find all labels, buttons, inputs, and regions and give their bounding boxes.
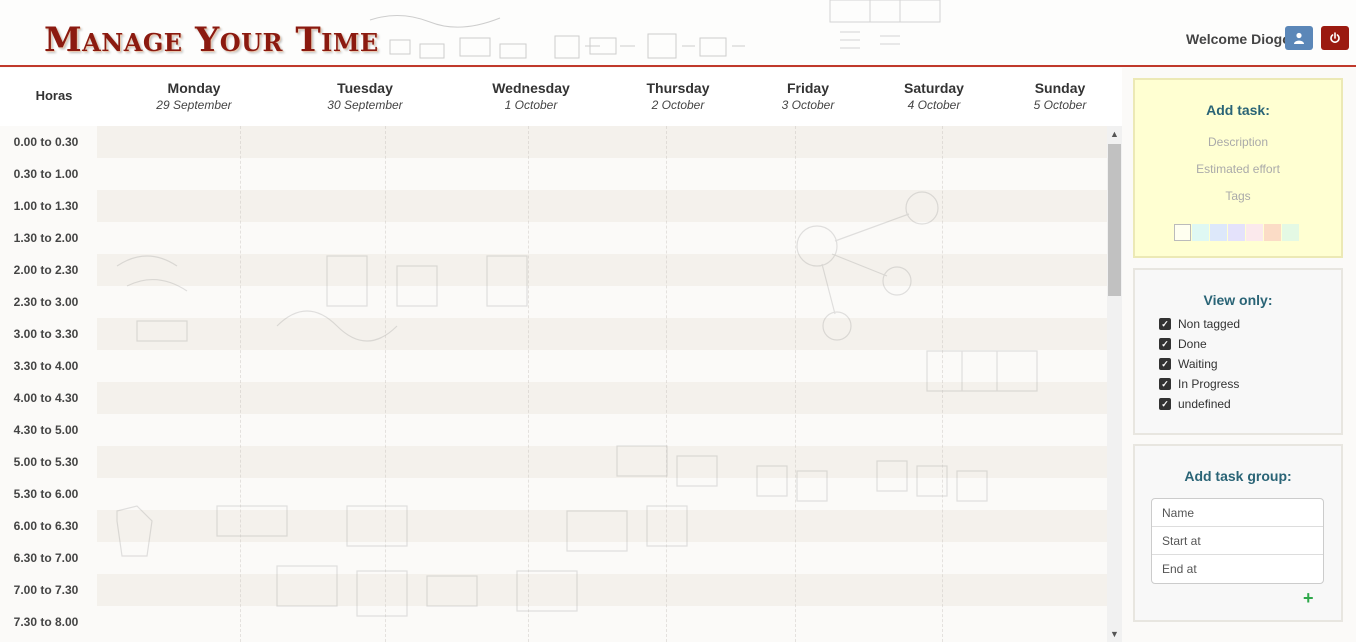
add-group-plus-icon[interactable]: + (1303, 589, 1314, 607)
day-name: Tuesday (337, 80, 393, 96)
view-only-panel: View only: ✓ Non tagged ✓ Done ✓ Waiting ✓ I… (1133, 268, 1343, 435)
day-date: 5 October (1033, 98, 1087, 112)
hour-label: 2.00 to 2.30 (13, 263, 79, 277)
filter-label: undefined (1178, 397, 1231, 411)
calendar-grid[interactable]: 0.00 to 0.30 0.30 to 1.00 1.00 to 1.30 1… (0, 126, 1107, 642)
header: Manage Your Time Welcome Diogo (0, 0, 1356, 67)
add-task-panel: Add task: Description Estimated effort T… (1133, 78, 1343, 258)
filter-undefined[interactable]: ✓ undefined (1159, 394, 1240, 414)
checkbox-checked-icon[interactable]: ✓ (1159, 318, 1171, 330)
group-end-input[interactable] (1152, 555, 1323, 583)
hour-label: 0.00 to 0.30 (13, 135, 79, 149)
filter-label: Done (1178, 337, 1207, 351)
task-effort-field[interactable]: Estimated effort (1135, 156, 1341, 183)
hour-label: 3.30 to 4.00 (13, 359, 79, 373)
group-start-input[interactable] (1152, 527, 1323, 555)
filter-in-progress[interactable]: ✓ In Progress (1159, 374, 1240, 394)
color-swatch[interactable] (1192, 224, 1209, 241)
task-tags-field[interactable]: Tags (1135, 183, 1341, 210)
task-group-form (1151, 498, 1324, 584)
calendar-scrollbar[interactable]: ▲ ▼ (1107, 126, 1122, 642)
day-header-saturday: Saturday 4 October (896, 80, 972, 112)
hour-label: 6.30 to 7.00 (13, 551, 79, 565)
day-header-monday: Monday 29 September (146, 80, 242, 112)
welcome-text: Welcome Diogo (1186, 31, 1291, 47)
logout-button[interactable] (1321, 26, 1349, 50)
day-date: 30 September (327, 98, 403, 112)
color-swatch[interactable] (1246, 224, 1263, 241)
day-header-sunday: Sunday 5 October (1024, 80, 1096, 112)
color-swatch[interactable] (1210, 224, 1227, 241)
hour-label: 7.30 to 8.00 (13, 615, 79, 629)
hour-label: 5.30 to 6.00 (13, 487, 79, 501)
day-header-tuesday: Tuesday 30 September (316, 80, 414, 112)
day-date: 1 October (504, 98, 558, 112)
color-swatch[interactable] (1174, 224, 1191, 241)
hour-label: 4.30 to 5.00 (13, 423, 79, 437)
power-icon (1330, 32, 1340, 43)
filter-done[interactable]: ✓ Done (1159, 334, 1240, 354)
day-date: 2 October (651, 98, 705, 112)
day-header-thursday: Thursday 2 October (638, 80, 718, 112)
hours-column-header: Horas (35, 88, 73, 103)
view-only-title: View only: (1203, 292, 1273, 308)
filter-label: Waiting (1178, 357, 1218, 371)
day-date: 4 October (907, 98, 961, 112)
hour-label: 1.00 to 1.30 (13, 199, 79, 213)
day-header-friday: Friday 3 October (772, 80, 844, 112)
hour-label: 5.00 to 5.30 (13, 455, 79, 469)
hour-label: 1.30 to 2.00 (13, 231, 79, 245)
filter-label: In Progress (1178, 377, 1240, 391)
day-name: Friday (786, 80, 829, 96)
user-icon (1294, 32, 1304, 44)
day-name: Saturday (904, 80, 964, 96)
scroll-thumb[interactable] (1108, 144, 1121, 296)
app-logo[interactable]: Manage Your Time (44, 16, 379, 64)
user-profile-button[interactable] (1285, 26, 1313, 50)
hour-label: 2.30 to 3.00 (13, 295, 79, 309)
checkbox-checked-icon[interactable]: ✓ (1159, 398, 1171, 410)
day-date: 29 September (156, 98, 232, 112)
add-task-group-title: Add task group: (1184, 468, 1292, 484)
hour-label: 4.00 to 4.30 (13, 391, 79, 405)
day-name: Wednesday (492, 80, 570, 96)
filter-waiting[interactable]: ✓ Waiting (1159, 354, 1240, 374)
day-name: Monday (167, 80, 221, 96)
hour-label: 3.00 to 3.30 (13, 327, 79, 341)
group-name-input[interactable] (1152, 499, 1323, 527)
background-sketch (369, 15, 745, 59)
day-divider (240, 126, 241, 642)
hour-label: 0.30 to 1.00 (13, 167, 79, 181)
day-date: 3 October (781, 98, 835, 112)
scroll-down-arrow-icon[interactable]: ▼ (1107, 626, 1122, 642)
color-swatch[interactable] (1264, 224, 1281, 241)
grid-background-sketch (116, 191, 1038, 617)
day-divider (942, 126, 943, 642)
day-divider (666, 126, 667, 642)
background-sketch-2 (829, 0, 941, 49)
day-divider (385, 126, 386, 642)
day-divider (528, 126, 529, 642)
day-name: Thursday (646, 80, 710, 96)
filter-label: Non tagged (1178, 317, 1241, 331)
color-picker (1174, 224, 1299, 241)
add-task-group-panel: Add task group: + (1133, 444, 1343, 622)
day-divider (795, 126, 796, 642)
color-swatch[interactable] (1282, 224, 1299, 241)
checkbox-checked-icon[interactable]: ✓ (1159, 378, 1171, 390)
calendar-header: Horas Monday 29 September Tuesday 30 Sep… (0, 68, 1122, 126)
filter-non-tagged[interactable]: ✓ Non tagged (1159, 314, 1240, 334)
hour-label: 6.00 to 6.30 (13, 519, 79, 533)
scroll-up-arrow-icon[interactable]: ▲ (1107, 126, 1122, 142)
add-task-title: Add task: (1206, 102, 1270, 118)
task-description-field[interactable]: Description (1135, 129, 1341, 156)
day-header-wednesday: Wednesday 1 October (486, 80, 576, 112)
color-swatch[interactable] (1228, 224, 1245, 241)
day-name: Sunday (1034, 80, 1086, 96)
hour-label: 7.00 to 7.30 (13, 583, 79, 597)
filter-list: ✓ Non tagged ✓ Done ✓ Waiting ✓ In Progress … (1159, 314, 1240, 414)
checkbox-checked-icon[interactable]: ✓ (1159, 338, 1171, 350)
checkbox-checked-icon[interactable]: ✓ (1159, 358, 1171, 370)
